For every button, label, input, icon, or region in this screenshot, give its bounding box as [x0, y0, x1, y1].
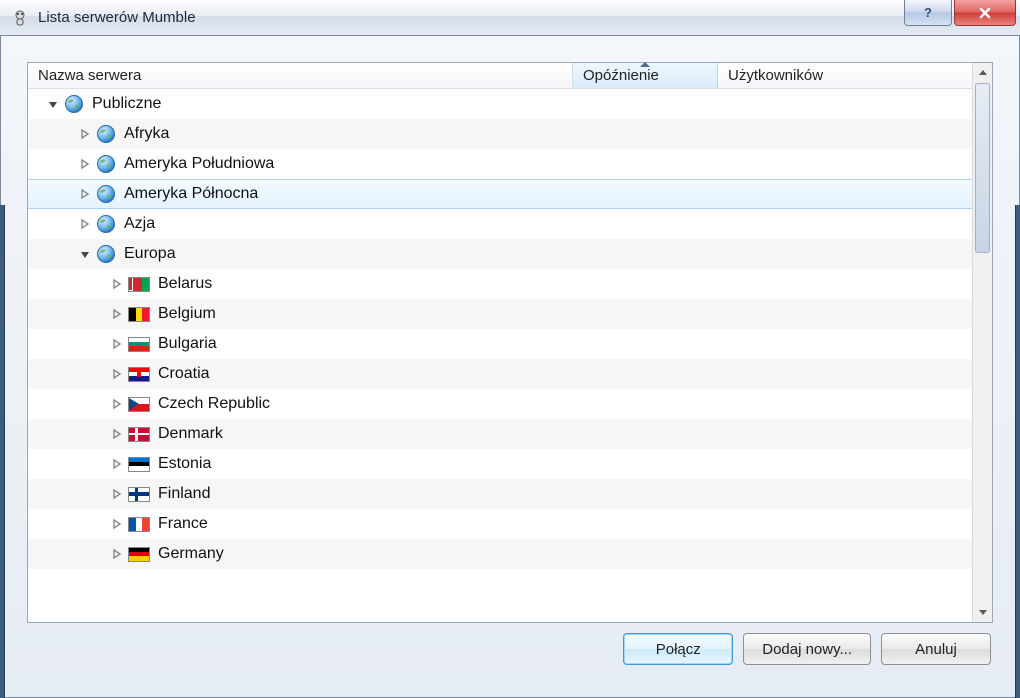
- flag-bg-icon: [128, 337, 150, 352]
- flag-de-icon: [128, 547, 150, 562]
- help-button[interactable]: ?: [904, 0, 952, 26]
- tree-row[interactable]: Ameryka Północna: [28, 179, 972, 209]
- chevron-right-icon[interactable]: [78, 187, 92, 201]
- window-title: Lista serwerów Mumble: [38, 9, 1020, 26]
- close-button[interactable]: [954, 0, 1016, 26]
- flag-dk-icon: [128, 427, 150, 442]
- tree-row[interactable]: Czech Republic: [28, 389, 972, 419]
- add-new-button[interactable]: Dodaj nowy...: [743, 633, 871, 665]
- tree-row[interactable]: Finland: [28, 479, 972, 509]
- tree-row-label: Estonia: [158, 455, 211, 473]
- chevron-right-icon[interactable]: [78, 127, 92, 141]
- tree-row[interactable]: Azja: [28, 209, 972, 239]
- chevron-right-icon[interactable]: [110, 397, 124, 411]
- chevron-right-icon[interactable]: [110, 427, 124, 441]
- tree-row[interactable]: Europa: [28, 239, 972, 269]
- chevron-right-icon[interactable]: [78, 157, 92, 171]
- chevron-right-icon[interactable]: [110, 307, 124, 321]
- connect-button[interactable]: Połącz: [623, 633, 733, 665]
- tree-row-label: Czech Republic: [158, 395, 270, 413]
- flag-fi-icon: [128, 487, 150, 502]
- sort-ascending-icon: [640, 62, 650, 67]
- flag-be-icon: [128, 307, 150, 322]
- tree-row-label: Finland: [158, 485, 210, 503]
- flag-cz-icon: [128, 397, 150, 412]
- chevron-right-icon[interactable]: [78, 217, 92, 231]
- scroll-down-button[interactable]: [973, 602, 992, 622]
- chevron-right-icon[interactable]: [110, 367, 124, 381]
- cancel-button[interactable]: Anuluj: [881, 633, 991, 665]
- column-delay-label: Opóźnienie: [583, 67, 659, 84]
- tree-row[interactable]: Publiczne: [28, 89, 972, 119]
- dialog-buttons: Połącz Dodaj nowy... Anuluj: [27, 623, 993, 675]
- flag-fr-icon: [128, 517, 150, 532]
- mumble-app-icon: [10, 8, 30, 28]
- flag-by-icon: [128, 277, 150, 292]
- chevron-right-icon[interactable]: [110, 277, 124, 291]
- scroll-track[interactable]: [973, 83, 992, 602]
- tree-row[interactable]: Bulgaria: [28, 329, 972, 359]
- server-tree[interactable]: Publiczne Afryka Ameryka Południowa Ameryka…: [28, 89, 972, 622]
- svg-text:?: ?: [924, 6, 932, 20]
- tree-row[interactable]: Afryka: [28, 119, 972, 149]
- tree-row[interactable]: Ameryka Południowa: [28, 149, 972, 179]
- tree-row[interactable]: Denmark: [28, 419, 972, 449]
- tree-row[interactable]: Belarus: [28, 269, 972, 299]
- mumble-server-list-window: Lista serwerów Mumble ? Nazwa serwera Op…: [0, 0, 1020, 698]
- tree-row-label: Afryka: [124, 125, 169, 143]
- tree-row[interactable]: France: [28, 509, 972, 539]
- tree-row[interactable]: Croatia: [28, 359, 972, 389]
- scroll-thumb[interactable]: [975, 83, 990, 253]
- tree-row-label: Belgium: [158, 305, 216, 323]
- tree-row[interactable]: Germany: [28, 539, 972, 569]
- titlebar-buttons: ?: [902, 0, 1016, 26]
- column-users[interactable]: Użytkowników: [718, 63, 972, 88]
- globe-icon: [96, 184, 116, 204]
- chevron-right-icon[interactable]: [110, 517, 124, 531]
- chevron-right-icon[interactable]: [110, 337, 124, 351]
- tree-row-label: Belarus: [158, 275, 212, 293]
- chevron-right-icon[interactable]: [110, 547, 124, 561]
- chevron-right-icon[interactable]: [110, 487, 124, 501]
- titlebar[interactable]: Lista serwerów Mumble ?: [0, 0, 1020, 36]
- chevron-right-icon[interactable]: [110, 457, 124, 471]
- column-server-name[interactable]: Nazwa serwera: [28, 63, 573, 88]
- tree-row-label: Ameryka Południowa: [124, 155, 274, 173]
- flag-ee-icon: [128, 457, 150, 472]
- tree-row-label: Germany: [158, 545, 224, 563]
- globe-icon: [96, 244, 116, 264]
- client-area: Nazwa serwera Opóźnienie Użytkowników Pu…: [0, 36, 1020, 698]
- tree-row-label: Europa: [124, 245, 176, 263]
- globe-icon: [96, 214, 116, 234]
- tree-row-label: Ameryka Północna: [124, 185, 258, 203]
- globe-icon: [64, 94, 84, 114]
- column-delay[interactable]: Opóźnienie: [573, 63, 718, 88]
- chevron-down-icon[interactable]: [46, 97, 60, 111]
- tree-row[interactable]: Estonia: [28, 449, 972, 479]
- tree-row-label: Publiczne: [92, 95, 161, 113]
- globe-icon: [96, 124, 116, 144]
- tree-row-label: France: [158, 515, 208, 533]
- flag-hr-icon: [128, 367, 150, 382]
- tree-row-label: Azja: [124, 215, 155, 233]
- server-tree-container: Nazwa serwera Opóźnienie Użytkowników Pu…: [27, 62, 993, 623]
- tree-row-label: Denmark: [158, 425, 223, 443]
- tree-row[interactable]: Belgium: [28, 299, 972, 329]
- vertical-scrollbar[interactable]: [972, 63, 992, 622]
- tree-row-label: Bulgaria: [158, 335, 217, 353]
- chevron-down-icon[interactable]: [78, 247, 92, 261]
- tree-row-label: Croatia: [158, 365, 210, 383]
- globe-icon: [96, 154, 116, 174]
- scroll-up-button[interactable]: [973, 63, 992, 83]
- column-headers: Nazwa serwera Opóźnienie Użytkowników: [28, 63, 972, 89]
